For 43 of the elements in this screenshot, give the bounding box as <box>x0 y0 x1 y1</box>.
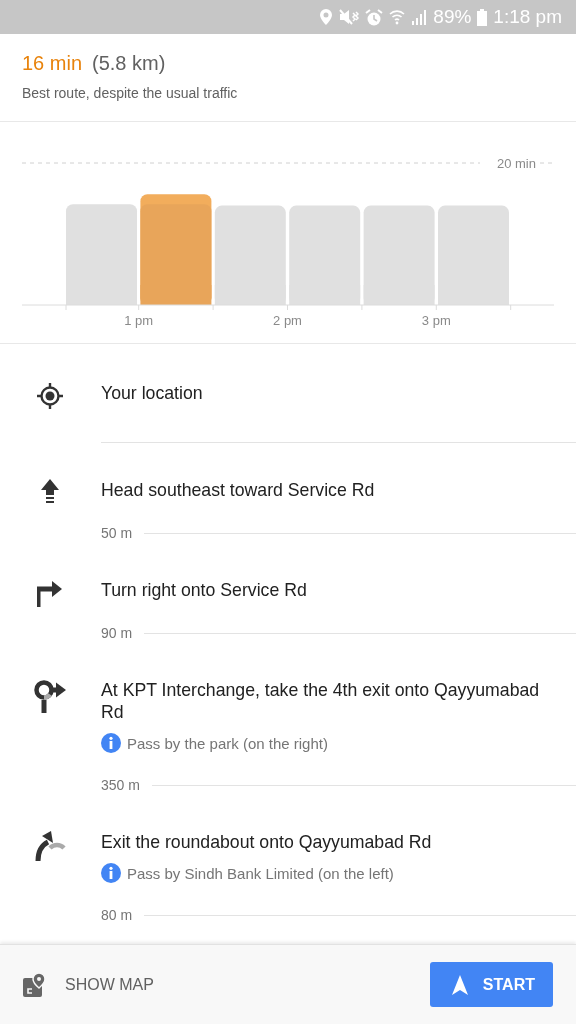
battery-percentage: 89% <box>433 6 472 28</box>
step-instruction: Turn right onto Service Rd <box>101 579 308 601</box>
turn-right-icon <box>36 579 63 607</box>
roundabout-icon <box>32 679 67 713</box>
map-icon <box>23 972 45 997</box>
route-distance: (5.8 km) <box>92 52 166 75</box>
clock-time: 1:18 pm <box>493 6 562 28</box>
start-button[interactable]: START <box>430 962 553 1007</box>
info-icon <box>101 863 121 883</box>
time-label: 3 pm <box>421 313 451 328</box>
reference-label: 20 min <box>496 156 536 171</box>
step-instruction: Exit the roundabout onto Qayyumabad Rd <box>101 831 433 853</box>
chart-bar[interactable] <box>363 205 435 305</box>
mute-icon <box>339 9 360 25</box>
my-location-icon <box>35 382 64 410</box>
time-label: 2 pm <box>273 313 302 328</box>
time-label: 1 pm <box>124 313 154 328</box>
step-distance: 350 m <box>101 777 140 793</box>
route-duration: 16 min <box>22 52 83 75</box>
navigation-arrow-icon <box>452 974 468 995</box>
step-note: Pass by the park (on the right) <box>127 734 328 752</box>
step-distance: 90 m <box>101 625 133 641</box>
battery-icon <box>477 8 488 26</box>
signal-icon <box>411 9 428 25</box>
step-instruction: At KPT Interchange, take the 4th exit onto Qayyumabad Rd <box>101 679 541 723</box>
info-icon <box>101 733 121 753</box>
selected-bar[interactable] <box>140 194 212 305</box>
chart-bar[interactable] <box>289 205 361 305</box>
location-icon <box>319 9 334 25</box>
step-note: Pass by Sindh Bank Limited (on the left) <box>127 864 394 882</box>
show-map-button[interactable]: SHOW MAP <box>23 972 154 997</box>
step-instruction: Head southeast toward Service Rd <box>101 479 376 501</box>
chart-bar[interactable] <box>214 205 286 305</box>
route-description: Best route, despite the usual traffic <box>22 85 239 101</box>
chart-bar[interactable] <box>438 205 509 305</box>
wifi-icon <box>389 9 406 25</box>
chart-bar[interactable] <box>66 204 137 305</box>
step-distance: 50 m <box>101 525 133 541</box>
step-distance: 80 m <box>101 907 133 923</box>
straight-arrow-icon <box>40 479 59 505</box>
step-instruction: Your location <box>101 382 204 404</box>
alarm-icon <box>365 8 384 26</box>
exit-arrow-icon <box>33 831 66 861</box>
